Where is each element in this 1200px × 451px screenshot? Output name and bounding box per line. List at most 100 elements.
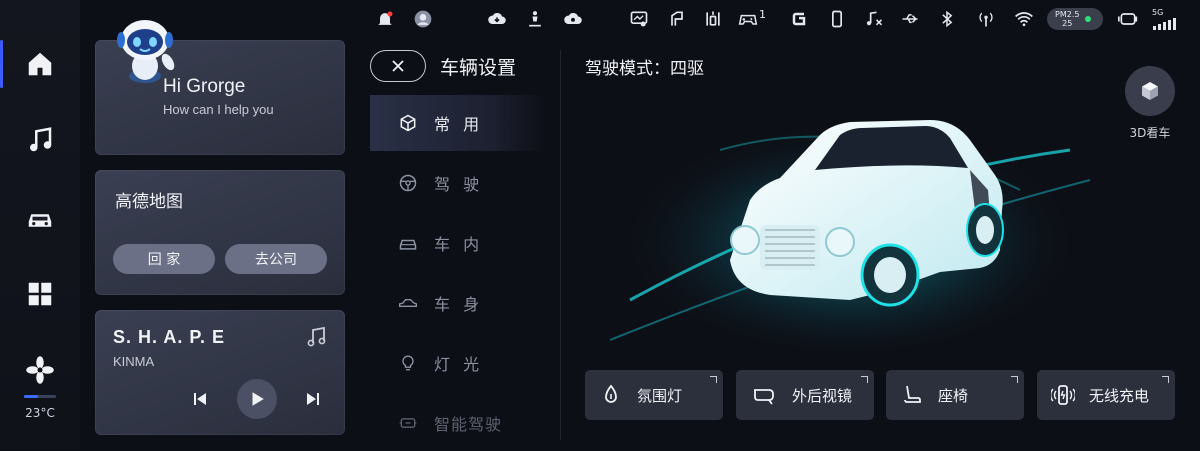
wifi-status[interactable] xyxy=(1012,8,1036,30)
menu-item-driving[interactable]: 驾 驶 xyxy=(370,155,545,211)
assistant-robot-icon xyxy=(117,20,175,83)
notification-button[interactable] xyxy=(374,8,396,30)
3d-cube-icon xyxy=(1142,82,1158,100)
cloud-settings-status[interactable] xyxy=(562,8,584,30)
download-icon xyxy=(488,13,506,24)
menu-item-label: 灯 光 xyxy=(434,355,484,374)
signal-antenna-icon xyxy=(979,12,993,27)
previous-track-icon[interactable] xyxy=(192,391,208,407)
song-title: S. H. A. P. E xyxy=(113,327,226,347)
temperature-readout: 23°C xyxy=(25,406,55,420)
apps-grid-icon xyxy=(28,282,52,306)
fan-icon xyxy=(26,356,54,384)
air-quality-icon: PM2.5 25 xyxy=(1055,10,1079,28)
download-status[interactable] xyxy=(486,8,508,30)
wifi-icon xyxy=(1015,12,1033,27)
person-seat-status[interactable] xyxy=(524,8,546,30)
next-track-icon[interactable] xyxy=(305,391,321,407)
menu-item-smart-drive[interactable]: 智能驾驶 xyxy=(370,395,545,451)
menu-item-label: 车 身 xyxy=(434,295,484,314)
music-icon xyxy=(30,127,52,152)
go-to-company-button[interactable]: 去公司 xyxy=(225,244,327,274)
steering-wheel-icon xyxy=(399,174,417,192)
air-quality-value: 25 xyxy=(1062,19,1073,28)
bluetooth-status[interactable] xyxy=(936,8,958,30)
usb-status[interactable] xyxy=(898,8,922,30)
song-artist: KINMA xyxy=(113,354,155,369)
usb-icon xyxy=(902,14,918,24)
menu-item-label: 常 用 xyxy=(434,115,484,134)
gamepad-status[interactable]: 1 xyxy=(738,8,774,30)
assistant-subtitle: How can I help you xyxy=(163,102,274,117)
climate-control[interactable]: 23°C xyxy=(0,355,80,421)
music-note-icon xyxy=(307,326,326,347)
wireless-charging-icon xyxy=(1051,385,1075,405)
music-mute-status[interactable] xyxy=(862,8,886,30)
menu-item-lights[interactable]: 灯 光 xyxy=(370,335,545,391)
user-avatar-icon xyxy=(414,10,432,28)
phone-status[interactable] xyxy=(826,8,848,30)
5g-signal-status[interactable]: 5G xyxy=(1150,8,1182,32)
go-home-button[interactable]: 回 家 xyxy=(113,244,215,274)
car-icon xyxy=(28,214,52,227)
gamepad-count: 1 xyxy=(759,7,766,21)
menu-item-label: 智能驾驶 xyxy=(434,415,503,434)
expand-corner-icon xyxy=(1011,376,1018,383)
play-icon xyxy=(252,392,264,406)
quick-button-label: 无线充电 xyxy=(1089,386,1150,405)
menu-item-label: 车 内 xyxy=(434,235,484,254)
seat-button[interactable]: 座椅 xyxy=(886,370,1024,420)
map-card-title: 高德地图 xyxy=(115,192,183,212)
seat-adjust-icon xyxy=(706,11,720,26)
signal-antenna-status[interactable] xyxy=(974,8,998,30)
g-logo-status[interactable] xyxy=(788,8,810,30)
exterior-mirror-button[interactable]: 外后视镜 xyxy=(736,370,874,420)
vehicle-3d-render xyxy=(609,110,1091,350)
gamepad-icon xyxy=(738,14,758,25)
window-icon xyxy=(671,11,683,26)
cube-icon xyxy=(400,114,416,132)
window-status[interactable] xyxy=(666,8,688,30)
wireless-charging-button[interactable]: 无线充电 xyxy=(1037,370,1175,420)
air-quality-status-dot xyxy=(1085,16,1092,22)
seat-adjust-status[interactable] xyxy=(702,8,724,30)
expand-corner-icon xyxy=(710,376,717,383)
ambient-light-button[interactable]: 氛围灯 xyxy=(585,370,723,420)
phone-icon xyxy=(832,10,842,28)
music-mute-icon xyxy=(866,11,883,26)
close-settings-button[interactable] xyxy=(370,50,426,82)
play-button[interactable] xyxy=(237,379,277,419)
ambient-light-icon xyxy=(605,384,617,403)
temperature-bar xyxy=(24,395,56,398)
expand-corner-icon xyxy=(1162,376,1169,383)
5g-signal-icon xyxy=(1153,18,1176,30)
bluetooth-icon xyxy=(942,10,953,28)
air-quality-badge[interactable]: PM2.5 25 xyxy=(1047,8,1103,30)
g-logo-icon xyxy=(792,12,806,26)
view-3d-label: 3D看车 xyxy=(1129,126,1171,140)
rail-apps-button[interactable] xyxy=(0,264,80,324)
cloud-settings-icon xyxy=(564,13,582,24)
camera-monitor-status[interactable] xyxy=(628,8,650,30)
assistant-greeting: Hi Grorge xyxy=(163,76,246,97)
network-type-label: 5G xyxy=(1152,8,1164,17)
user-avatar-button[interactable] xyxy=(412,8,434,30)
menu-item-common[interactable]: 常 用 xyxy=(370,95,545,151)
menu-item-body[interactable]: 车 身 xyxy=(370,275,545,331)
notification-bell-icon xyxy=(378,11,393,25)
rail-car-button[interactable] xyxy=(0,188,80,248)
quick-button-label: 外后视镜 xyxy=(792,386,853,405)
seat-icon xyxy=(904,385,921,403)
menu-item-interior[interactable]: 车 内 xyxy=(370,215,545,271)
close-icon xyxy=(392,60,404,72)
rail-music-button[interactable] xyxy=(0,110,80,170)
dashcam-status[interactable] xyxy=(1114,8,1142,30)
car-body-icon xyxy=(399,299,417,307)
view-3d-button[interactable] xyxy=(1125,66,1175,116)
drive-mode-label: 驾驶模式：四驱 xyxy=(585,59,704,79)
quick-button-label: 氛围灯 xyxy=(637,386,683,405)
settings-title: 车辆设置 xyxy=(440,57,517,79)
air-quality-label: PM2.5 xyxy=(1055,10,1080,19)
rail-home-button[interactable] xyxy=(0,34,80,94)
camera-monitor-icon xyxy=(630,11,648,27)
